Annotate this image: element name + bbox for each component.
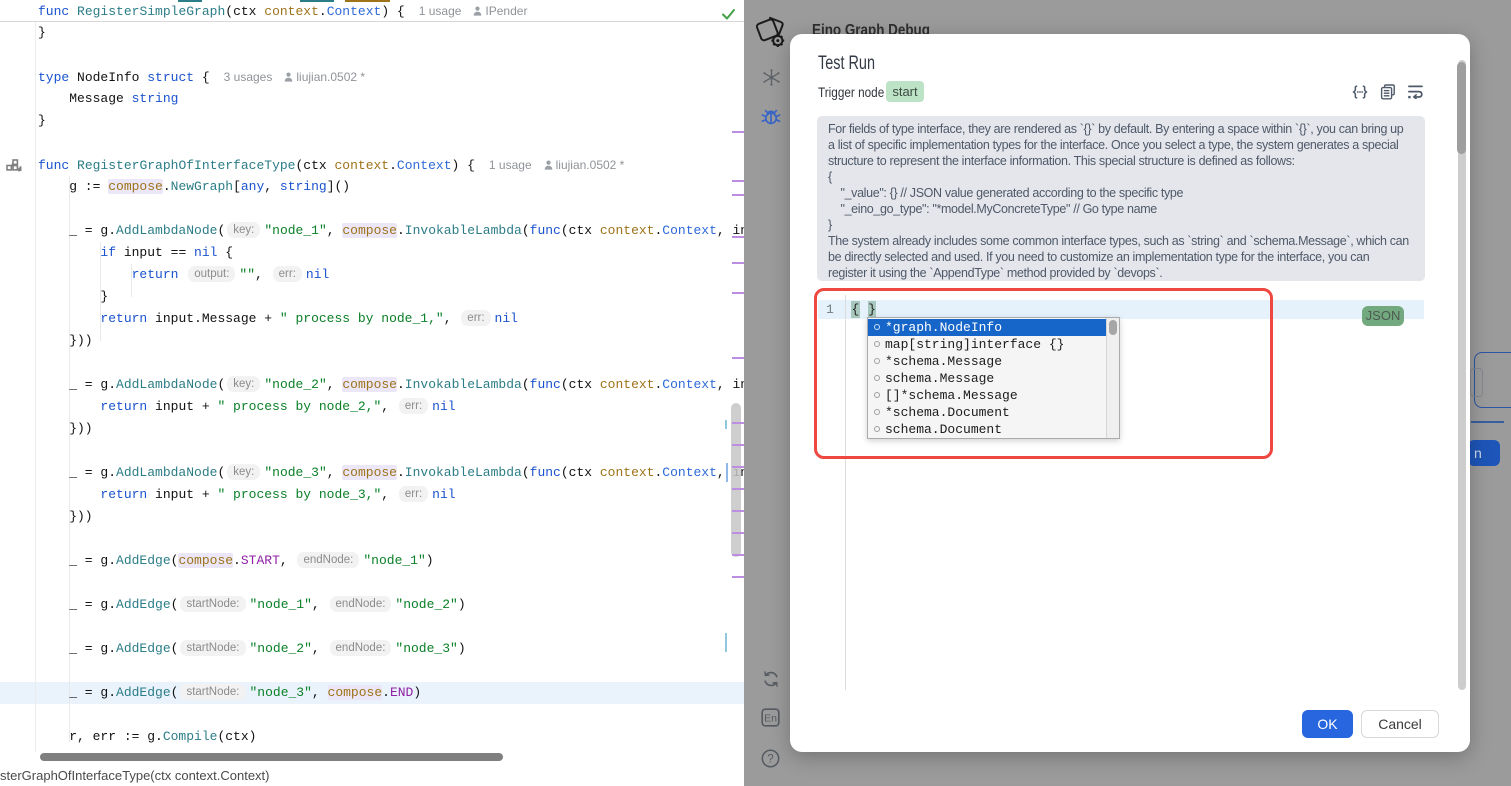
svg-text:En: En xyxy=(764,712,777,724)
svg-text:?: ? xyxy=(767,754,773,766)
